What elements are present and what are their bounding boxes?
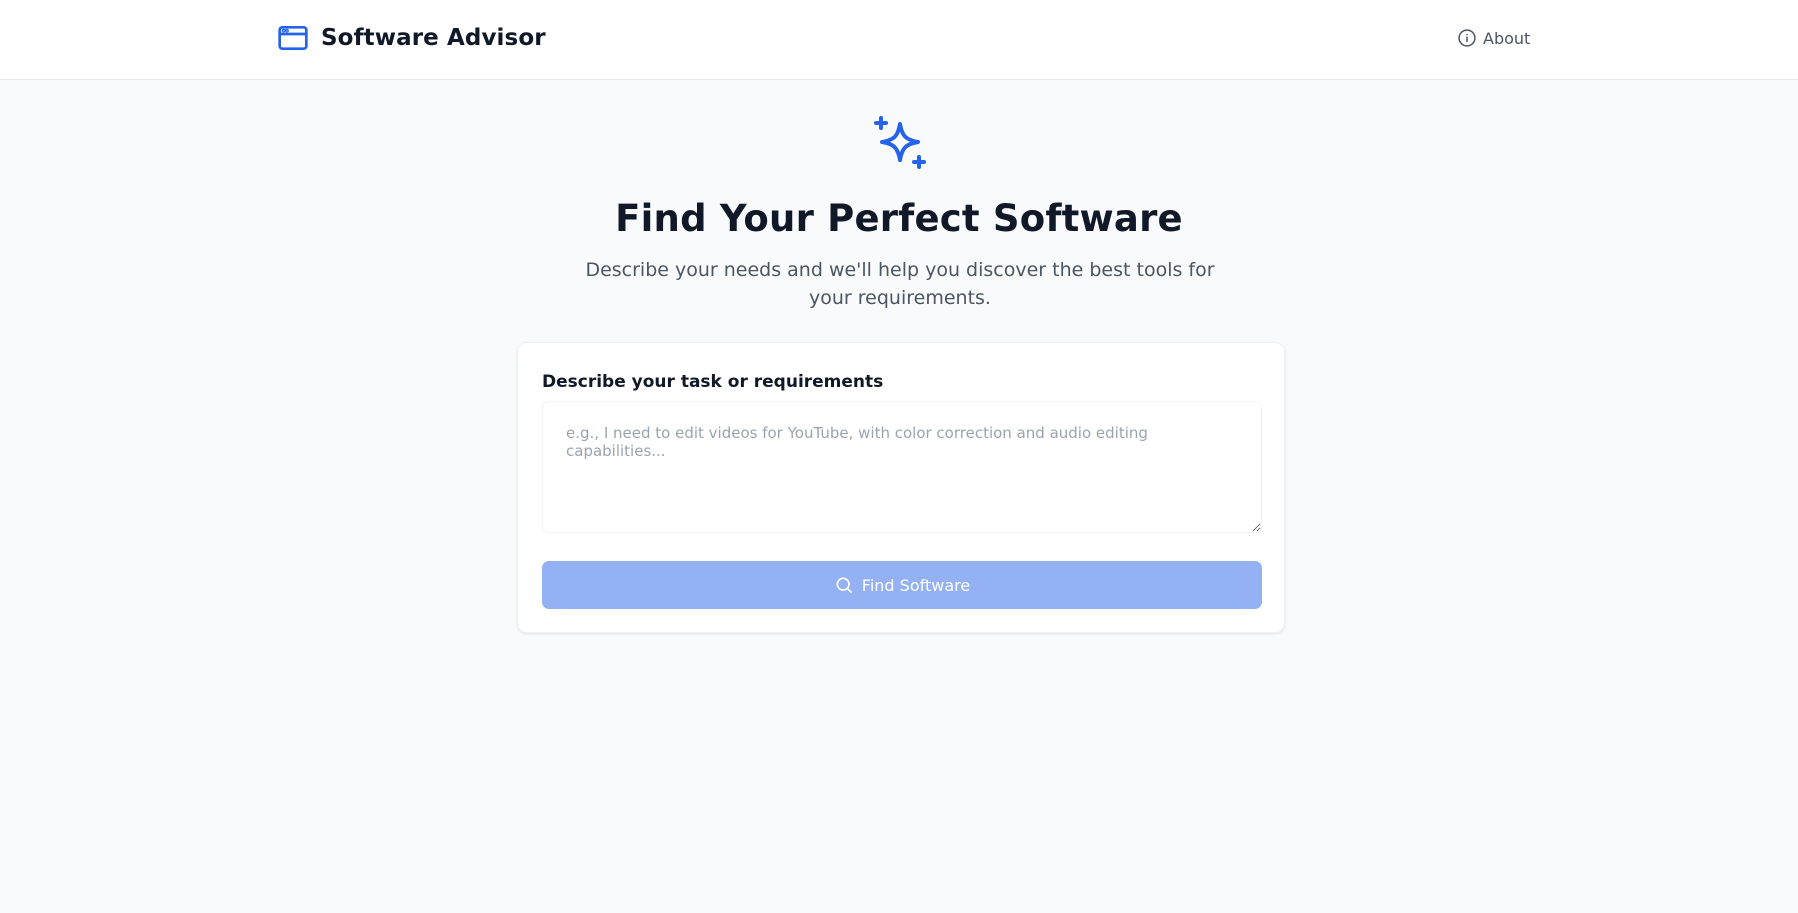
sparkles-icon bbox=[874, 116, 926, 169]
brand[interactable]: Software Advisor bbox=[277, 22, 546, 54]
about-link[interactable]: About bbox=[1457, 28, 1530, 48]
task-description-input[interactable] bbox=[542, 401, 1262, 533]
about-label: About bbox=[1483, 28, 1531, 48]
top-navigation-bar: Software Advisor About bbox=[0, 0, 1798, 80]
page-subtitle: Describe your needs and we'll help you d… bbox=[585, 259, 1215, 309]
browser-window-icon bbox=[278, 26, 308, 50]
info-icon bbox=[1458, 29, 1476, 47]
search-icon bbox=[836, 577, 852, 593]
find-software-label: Find Software bbox=[861, 575, 971, 595]
page-title: Find Your Perfect Software bbox=[615, 197, 1183, 240]
hero-icon bbox=[872, 114, 928, 170]
find-software-button[interactable]: Find Software bbox=[542, 561, 1262, 609]
search-card: Describe your task or requirements Find … bbox=[517, 342, 1285, 633]
task-field-label: Describe your task or requirements bbox=[542, 372, 884, 392]
app-title: Software Advisor bbox=[321, 25, 546, 51]
